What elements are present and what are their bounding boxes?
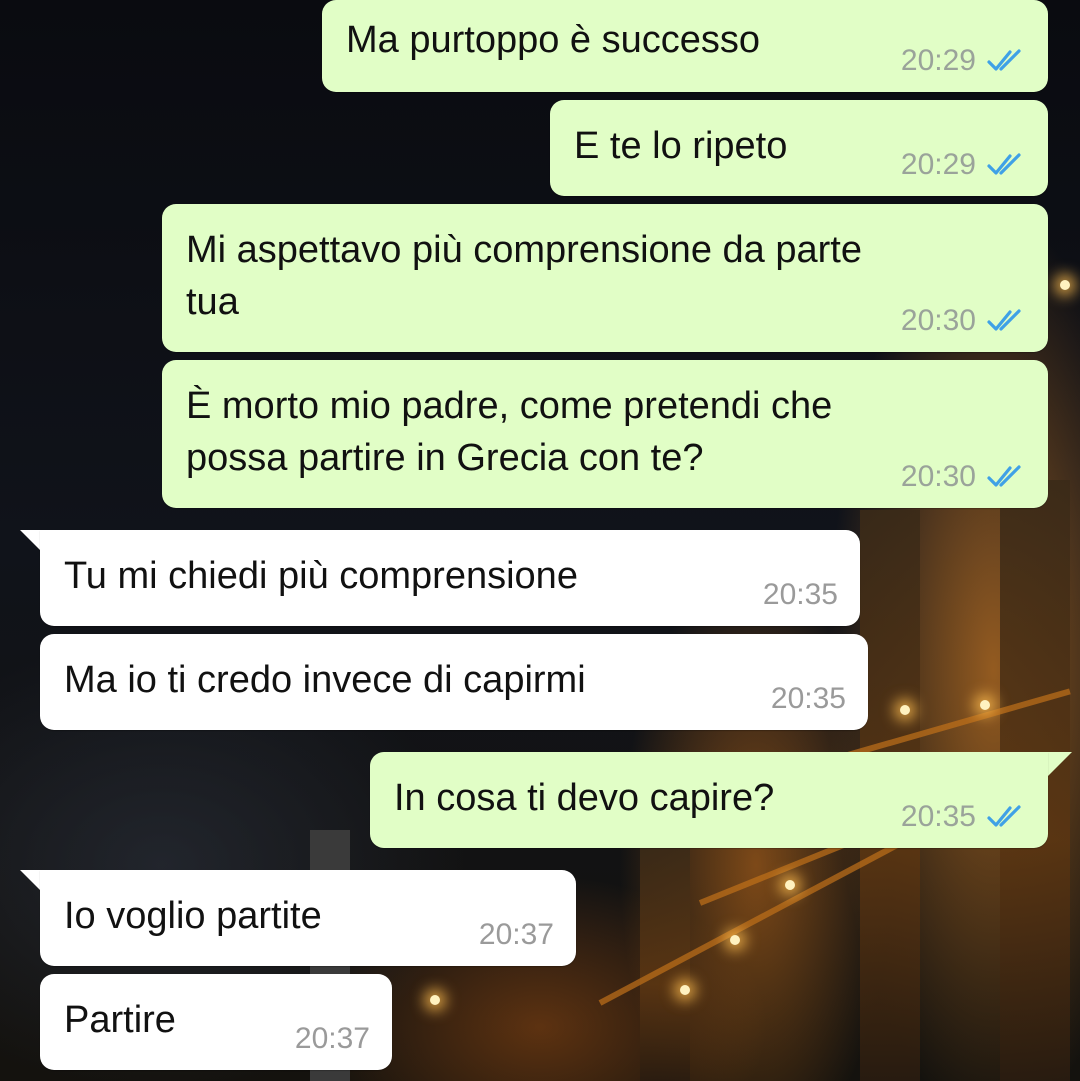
message-text: E te lo ripeto [574,125,788,167]
incoming-message[interactable]: Ma io ti credo invece di capirmi 20:35 [40,634,868,730]
incoming-message[interactable]: Partire 20:37 [40,974,392,1070]
message-meta: 20:37 [479,918,554,952]
message-meta: 20:30 [901,304,1026,338]
double-check-icon [987,153,1021,175]
message-text: In cosa ti devo capire? [394,777,775,819]
message-text: Partire [64,999,176,1041]
message-time: 20:30 [900,304,976,337]
incoming-message[interactable]: Tu mi chiedi più comprensione 20:35 [40,530,860,626]
message-time: 20:37 [294,1022,370,1055]
message-text: Tu mi chiedi più comprensione [64,555,578,597]
incoming-message[interactable]: Io voglio partite 20:37 [40,870,576,966]
outgoing-message[interactable]: Ma purtoppo è successo 20:29 [322,0,1048,92]
message-time: 20:35 [762,578,838,611]
double-check-icon [987,805,1021,827]
message-meta: 20:37 [295,1022,370,1056]
message-meta: 20:35 [901,800,1026,834]
message-meta: 20:30 [901,460,1026,494]
message-time: 20:29 [900,44,976,77]
double-check-icon [987,465,1021,487]
message-time: 20:30 [900,460,976,493]
message-text: Ma purtoppo è successo [346,19,761,61]
message-text: Mi aspettavo più comprensione da parte t… [186,229,862,323]
message-text: Io voglio partite [64,895,322,937]
outgoing-message[interactable]: E te lo ripeto 20:29 [550,100,1048,196]
message-list[interactable]: Ma purtoppo è successo 20:29 E te lo rip… [0,0,1080,1081]
message-meta: 20:29 [901,44,1026,78]
outgoing-message[interactable]: In cosa ti devo capire? 20:35 [370,752,1048,848]
bubble-tail [1048,752,1072,776]
message-text: È morto mio padre, come pretendi che pos… [186,385,833,479]
message-text: Ma io ti credo invece di capirmi [64,659,586,701]
message-meta: 20:29 [901,148,1026,182]
message-time: 20:29 [900,148,976,181]
double-check-icon [987,309,1021,331]
double-check-icon [987,49,1021,71]
message-time: 20:35 [770,682,846,715]
message-time: 20:35 [900,800,976,833]
outgoing-message[interactable]: È morto mio padre, come pretendi che pos… [162,360,1048,508]
message-time: 20:37 [478,918,554,951]
outgoing-message[interactable]: Mi aspettavo più comprensione da parte t… [162,204,1048,352]
message-meta: 20:35 [763,578,838,612]
message-meta: 20:35 [771,682,846,716]
